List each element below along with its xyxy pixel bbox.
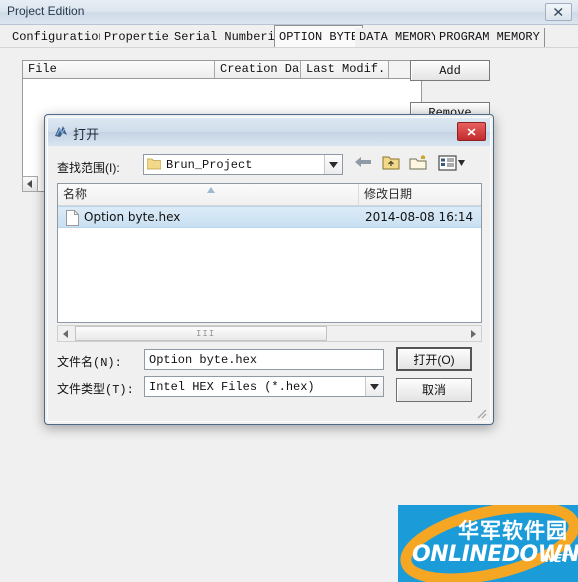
arrow-left-icon — [26, 180, 32, 188]
new-folder-icon — [409, 155, 427, 170]
table-header: File Creation Date Last Modif.. — [23, 61, 421, 79]
views-icon — [438, 155, 465, 171]
close-icon — [467, 128, 476, 136]
look-in-dropdown-button[interactable] — [324, 155, 342, 174]
column-header-file[interactable]: File — [23, 61, 215, 78]
horizontal-scrollbar[interactable]: III — [57, 325, 482, 342]
look-in-combobox[interactable]: Brun_Project — [143, 154, 343, 175]
up-folder-button[interactable] — [381, 154, 403, 175]
back-button[interactable] — [353, 154, 375, 175]
add-button[interactable]: Add — [410, 60, 490, 81]
page-title: Project Edition — [7, 4, 85, 18]
tab-bar: Configuration Properties Serial Numberin… — [0, 25, 578, 48]
main-titlebar: Project Edition — [0, 0, 578, 25]
column-header-creation-date[interactable]: Creation Date — [215, 61, 301, 78]
resize-grip-icon[interactable] — [474, 406, 487, 419]
scrollbar-grip: III — [196, 329, 216, 339]
watermark-logo: 华军软件园 ONLINEDOWN .NET — [398, 505, 578, 582]
arrow-right-icon — [471, 330, 476, 338]
watermark-text-cn: 华军软件园 — [458, 519, 568, 543]
up-folder-icon — [382, 156, 400, 170]
file-icon — [66, 210, 79, 226]
tab-data-memory[interactable]: DATA MEMORY — [355, 28, 444, 47]
open-button[interactable]: 打开(O) — [396, 347, 472, 371]
app-window-icon — [55, 126, 67, 137]
scroll-right-button[interactable] — [465, 326, 481, 341]
list-item-date: 2014-08-08 16:14 — [365, 210, 474, 224]
table-scroll-left-button[interactable] — [22, 176, 38, 192]
filetype-dropdown-button[interactable] — [365, 377, 383, 396]
sort-ascending-icon — [207, 187, 215, 193]
column-header-last-modified[interactable]: Last Modif.. — [301, 61, 389, 78]
filetype-combobox[interactable]: Intel HEX Files (*.hex) — [144, 376, 384, 397]
column-header-date-modified[interactable]: 修改日期 — [358, 184, 481, 205]
tab-program-memory[interactable]: PROGRAM MEMORY — [435, 28, 545, 47]
chevron-down-icon — [329, 162, 338, 168]
look-in-label: 查找范围(I): — [57, 161, 120, 175]
window-close-button[interactable] — [545, 3, 572, 21]
list-item[interactable]: Option byte.hex 2014-08-08 16:14 — [58, 206, 481, 228]
chevron-down-icon — [370, 384, 379, 390]
filename-input[interactable]: Option byte.hex — [144, 349, 384, 370]
new-folder-button[interactable] — [408, 154, 430, 175]
dialog-titlebar: 打开 — [48, 118, 490, 146]
filetype-value: Intel HEX Files (*.hex) — [149, 380, 315, 394]
back-icon — [355, 157, 371, 167]
tab-option-byte[interactable]: OPTION BYTE — [274, 25, 364, 48]
dialog-frame: 打开 查找范围(I): Brun_Project 名称 修改日期 Option … — [47, 117, 491, 422]
folder-icon — [147, 158, 161, 170]
tab-properties[interactable]: Properties — [100, 28, 182, 47]
file-listview[interactable]: 名称 修改日期 Option byte.hex 2014-08-08 16:14 — [57, 183, 482, 323]
views-button[interactable] — [438, 154, 465, 175]
dialog-title: 打开 — [73, 127, 100, 142]
tab-configuration[interactable]: Configuration — [8, 28, 111, 47]
open-file-dialog: 打开 查找范围(I): Brun_Project 名称 修改日期 Option … — [44, 114, 494, 425]
listview-header: 名称 修改日期 — [58, 184, 481, 206]
list-item-name: Option byte.hex — [84, 210, 181, 224]
filename-value: Option byte.hex — [149, 353, 258, 367]
cancel-button[interactable]: 取消 — [396, 378, 472, 402]
arrow-left-icon — [63, 330, 68, 338]
scrollbar-thumb[interactable]: III — [75, 326, 327, 341]
close-icon — [554, 7, 563, 17]
watermark-text-net: .NET — [541, 552, 570, 565]
filename-label: 文件名(N): — [57, 356, 122, 370]
dialog-close-button[interactable] — [457, 122, 486, 141]
scroll-left-button[interactable] — [58, 326, 74, 341]
look-in-value: Brun_Project — [166, 158, 253, 172]
dialog-body: 查找范围(I): Brun_Project 名称 修改日期 Option byt… — [48, 146, 490, 421]
filetype-label: 文件类型(T): — [57, 383, 134, 397]
